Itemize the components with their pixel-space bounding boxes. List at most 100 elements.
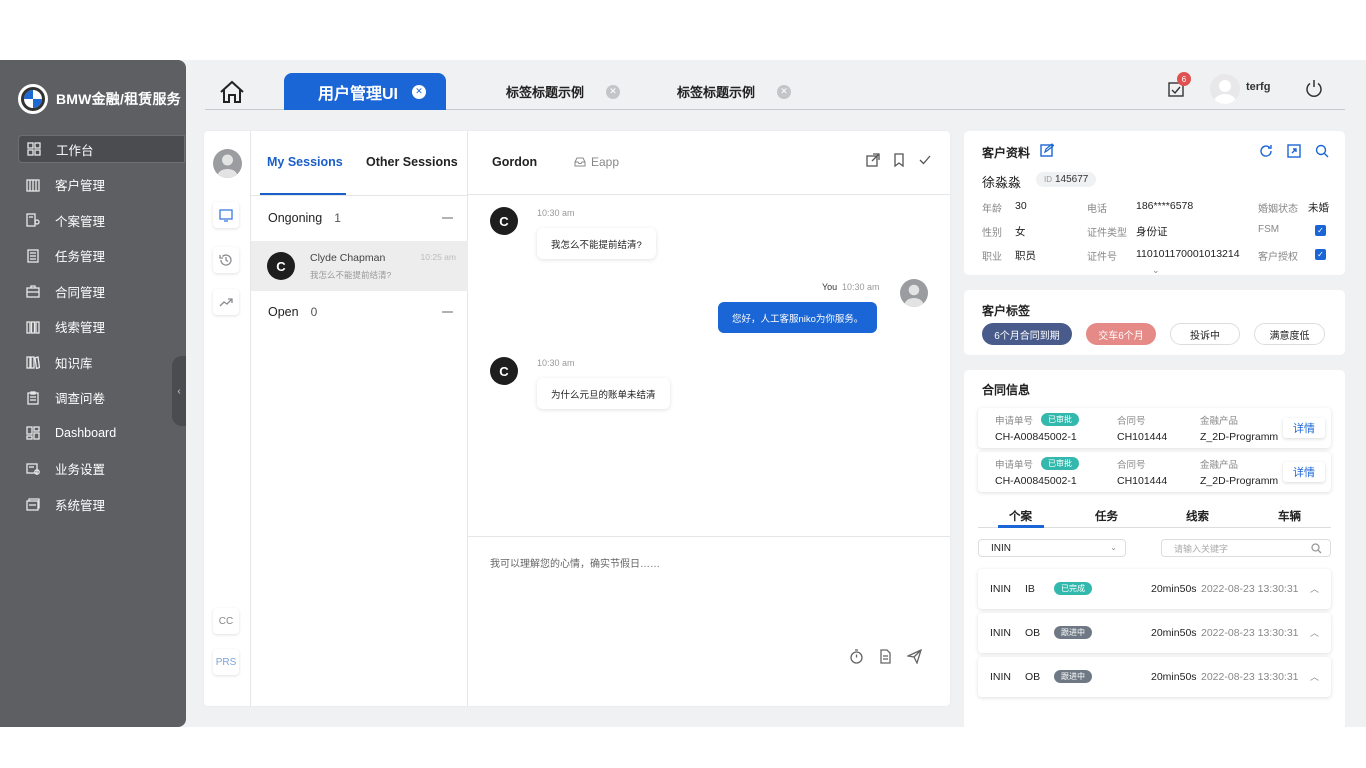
detail-button[interactable]: 详情 — [1283, 462, 1325, 482]
tag-chip[interactable]: 满意度低 — [1254, 323, 1325, 345]
fsm-checkbox[interactable]: ✓ — [1315, 225, 1326, 236]
chevron-down-icon[interactable]: ⌄ — [1152, 265, 1160, 276]
bookmark-icon[interactable] — [892, 153, 906, 167]
refresh-icon[interactable] — [1259, 144, 1273, 158]
edit-icon[interactable] — [1040, 143, 1054, 157]
tab-vehicles[interactable]: 车辆 — [1278, 508, 1301, 524]
status-badge: 已审批 — [1041, 457, 1079, 470]
group-open[interactable]: Open 0 — [268, 305, 453, 319]
case-duration: 20min50s — [1151, 627, 1197, 639]
field-label: 金融产品 — [1200, 460, 1239, 471]
timer-icon[interactable] — [849, 649, 864, 664]
table-row[interactable]: ININ IB 已完成 20min50s 2022-08-23 13:30:31… — [978, 569, 1331, 609]
sidebar-item-cases[interactable]: 个案管理 — [18, 206, 186, 234]
message-composer[interactable]: 我可以理解您的心情，确实节假日…… — [468, 536, 950, 706]
close-icon[interactable]: ✕ — [606, 84, 621, 99]
close-icon[interactable]: ✕ — [412, 84, 427, 99]
avatar[interactable] — [1210, 74, 1240, 104]
sidebar-item-business-settings[interactable]: 业务设置 — [18, 455, 186, 483]
case-timestamp: 2022-08-23 13:30:31 — [1201, 671, 1299, 683]
tag-chip[interactable]: 交车6个月 — [1086, 323, 1156, 345]
collapse-icon[interactable] — [442, 217, 453, 219]
status-badge: 跟进中 — [1054, 626, 1092, 639]
tab-sample-2[interactable]: 标签标题示例 ✕ — [677, 73, 792, 110]
collapse-icon[interactable] — [442, 311, 453, 313]
authorization-checkbox[interactable]: ✓ — [1315, 249, 1326, 260]
sidebar-item-contracts[interactable]: 合同管理 — [18, 277, 186, 305]
tab-cases[interactable]: 个案 — [1009, 508, 1032, 524]
field-value: 110101170001013214 — [1136, 248, 1240, 260]
field-value: 女 — [1015, 226, 1026, 238]
tag-chip[interactable]: 6个月合同到期 — [982, 323, 1072, 345]
field-label: 证件号 — [1087, 252, 1117, 263]
search-icon[interactable] — [1315, 144, 1329, 158]
avatar[interactable] — [213, 149, 242, 178]
field-value: CH-A00845002-1 — [995, 431, 1077, 443]
sidebar-collapse-handle[interactable]: ‹ — [172, 356, 186, 426]
channel-name: Eapp — [591, 155, 620, 169]
customer-id: ID 145677 — [1036, 172, 1097, 187]
search-placeholder: 请输入关键字 — [1174, 543, 1229, 554]
group-ongoing[interactable]: Ongoning 1 — [268, 211, 453, 225]
document-icon[interactable] — [878, 649, 893, 664]
brand[interactable]: BMW金融/租赁服务 — [18, 84, 181, 114]
field-value: Z_2D-Programm — [1200, 431, 1279, 443]
avatar: C — [490, 357, 518, 385]
sidebar-item-customers[interactable]: 客户管理 — [18, 171, 186, 199]
contract-row: 申请单号 已审批 CH-A00845002-1 合同号 CH101444 金融产… — [978, 408, 1331, 448]
tab-user-management[interactable]: 用户管理UI ✕ — [284, 73, 446, 110]
list-item[interactable]: C Clyde Chapman 10:25 am 我怎么不能提前结清? — [251, 241, 468, 291]
close-icon[interactable]: ✕ — [777, 84, 792, 99]
cc-button[interactable]: CC — [213, 608, 239, 634]
field-label: 申请单号 — [995, 416, 1034, 427]
composer-input[interactable]: 我可以理解您的心情，确实节假日…… — [490, 555, 660, 570]
check-icon[interactable] — [918, 153, 932, 167]
power-icon[interactable] — [1305, 79, 1323, 97]
expand-icon[interactable] — [1287, 144, 1301, 158]
tag-chip[interactable]: 投诉中 — [1170, 323, 1240, 345]
send-icon[interactable] — [907, 649, 922, 664]
field-value: 186****6578 — [1136, 200, 1194, 212]
bars-icon — [26, 320, 40, 334]
history-rail-button[interactable] — [213, 247, 239, 273]
dashboard-icon — [26, 426, 40, 440]
search-input[interactable]: 请输入关键字 — [1161, 539, 1331, 557]
chevron-up-icon[interactable]: ︿ — [1310, 626, 1319, 639]
card-title: 客户标签 — [982, 304, 1031, 318]
user-name[interactable]: terfg — [1246, 81, 1270, 93]
sidebar-item-knowledge[interactable]: 知识库 — [18, 348, 186, 376]
prs-button[interactable]: PRS — [213, 649, 239, 675]
sidebar-item-system[interactable]: 系统管理 — [18, 490, 186, 518]
tab-my-sessions[interactable]: My Sessions — [267, 155, 343, 169]
home-icon[interactable] — [219, 80, 245, 104]
sidebar-item-label: 工作台 — [56, 143, 94, 158]
chat-rail-button[interactable] — [213, 202, 239, 228]
field-label: 申请单号 — [995, 460, 1034, 471]
external-link-icon[interactable] — [866, 153, 880, 167]
sidebar-item-survey[interactable]: 调查问卷 — [18, 384, 186, 412]
detail-button[interactable]: 详情 — [1283, 418, 1325, 438]
tab-sample-1[interactable]: 标签标题示例 ✕ — [506, 73, 621, 110]
tab-other-sessions[interactable]: Other Sessions — [366, 155, 458, 169]
sidebar-item-leads[interactable]: 线索管理 — [18, 313, 186, 341]
source-select[interactable]: ININ ⌄ — [978, 539, 1126, 557]
table-row[interactable]: ININ OB 跟进中 20min50s 2022-08-23 13:30:31… — [978, 613, 1331, 653]
history-icon — [219, 254, 232, 266]
app-root: BMW金融/租赁服务 工作台 客户管理 个案管理 任务管理 合同管理 线索管理 … — [0, 60, 1366, 766]
sidebar-item-workbench[interactable]: 工作台 — [18, 135, 185, 163]
chevron-up-icon[interactable]: ︿ — [1310, 670, 1319, 683]
sidebar-nav: 工作台 客户管理 个案管理 任务管理 合同管理 线索管理 知识库 调查问卷 Da… — [18, 135, 186, 526]
table-row[interactable]: ININ OB 跟进中 20min50s 2022-08-23 13:30:31… — [978, 657, 1331, 697]
id-value: 145677 — [1055, 174, 1089, 185]
tab-tasks[interactable]: 任务 — [1095, 508, 1118, 524]
session-time: 10:25 am — [420, 252, 456, 262]
tab-leads[interactable]: 线索 — [1186, 508, 1209, 524]
sidebar-item-tasks[interactable]: 任务管理 — [18, 242, 186, 270]
settings-card-icon — [26, 462, 40, 476]
trend-rail-button[interactable] — [213, 289, 239, 315]
sidebar-item-dashboard[interactable]: Dashboard — [18, 419, 186, 447]
group-count: 1 — [334, 211, 341, 225]
message-bubble: 我怎么不能提前结清? — [537, 228, 656, 259]
chevron-up-icon[interactable]: ︿ — [1310, 582, 1319, 595]
divider — [251, 195, 468, 196]
